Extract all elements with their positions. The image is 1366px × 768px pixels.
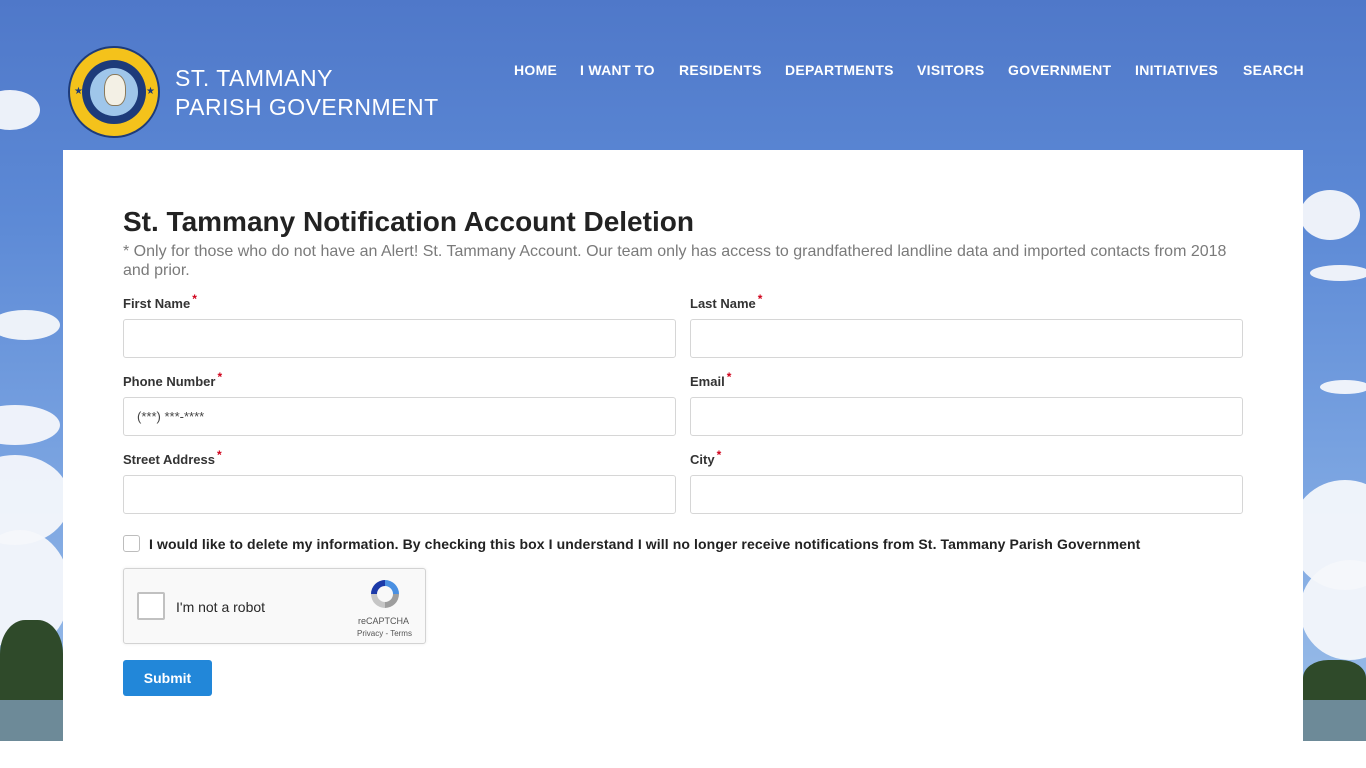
last-name-label: Last Name * xyxy=(690,292,763,311)
nav-home[interactable]: HOME xyxy=(514,62,557,78)
last-name-field[interactable] xyxy=(690,319,1243,358)
submit-button[interactable]: Submit xyxy=(123,660,212,696)
nav-residents[interactable]: RESIDENTS xyxy=(679,62,762,78)
delete-consent-label[interactable]: I would like to delete my information. B… xyxy=(149,536,1140,552)
pelican-icon xyxy=(104,74,126,106)
email-label: Email * xyxy=(690,370,732,389)
phone-field[interactable] xyxy=(123,397,676,436)
site-title-line1: ST. TAMMANY xyxy=(175,65,333,91)
recaptcha-checkbox[interactable] xyxy=(137,592,165,620)
recaptcha-logo-icon xyxy=(371,580,399,608)
eligibility-note: * Only for those who do not have an Aler… xyxy=(123,243,1227,279)
first-name-field[interactable] xyxy=(123,319,676,358)
site-header: ★ ★ ST. TAMMANY PARISH GOVERNMENT HOME I… xyxy=(0,0,1366,150)
city-label: City * xyxy=(690,448,722,467)
nav-initiatives[interactable]: INITIATIVES xyxy=(1135,62,1218,78)
parish-seal-logo[interactable]: ★ ★ xyxy=(68,46,160,138)
required-marker: * xyxy=(192,292,197,306)
recaptcha-brand: reCAPTCHA xyxy=(358,616,410,626)
phone-label: Phone Number * xyxy=(123,370,223,389)
site-title-line2: PARISH GOVERNMENT xyxy=(175,94,439,120)
recaptcha-privacy-terms-links[interactable]: Privacy - Terms xyxy=(357,629,412,638)
street-address-field[interactable] xyxy=(123,475,676,514)
nav-search[interactable]: SEARCH xyxy=(1243,62,1304,78)
required-marker: * xyxy=(217,370,223,384)
nav-visitors[interactable]: VISITORS xyxy=(917,62,985,78)
nav-government[interactable]: GOVERNMENT xyxy=(1008,62,1111,78)
page-title: St. Tammany Notification Account Deletio… xyxy=(123,206,694,237)
required-marker: * xyxy=(716,448,722,462)
first-name-label: First Name * xyxy=(123,292,197,311)
email-field[interactable] xyxy=(690,397,1243,436)
recaptcha-label: I'm not a robot xyxy=(176,599,266,615)
delete-consent-checkbox[interactable] xyxy=(123,535,140,552)
nav-i-want-to[interactable]: I WANT TO xyxy=(580,62,655,78)
form-card: St. Tammany Notification Account Deletio… xyxy=(63,150,1303,741)
required-marker: * xyxy=(217,448,222,462)
nav-departments[interactable]: DEPARTMENTS xyxy=(785,62,894,78)
city-field[interactable] xyxy=(690,475,1243,514)
street-address-label: Street Address * xyxy=(123,448,222,467)
required-marker: * xyxy=(757,292,763,306)
recaptcha-widget: I'm not a robot reCAPTCHA Privacy - Term… xyxy=(123,568,426,644)
required-marker: * xyxy=(726,370,732,384)
site-title[interactable]: ST. TAMMANY PARISH GOVERNMENT xyxy=(175,64,439,122)
